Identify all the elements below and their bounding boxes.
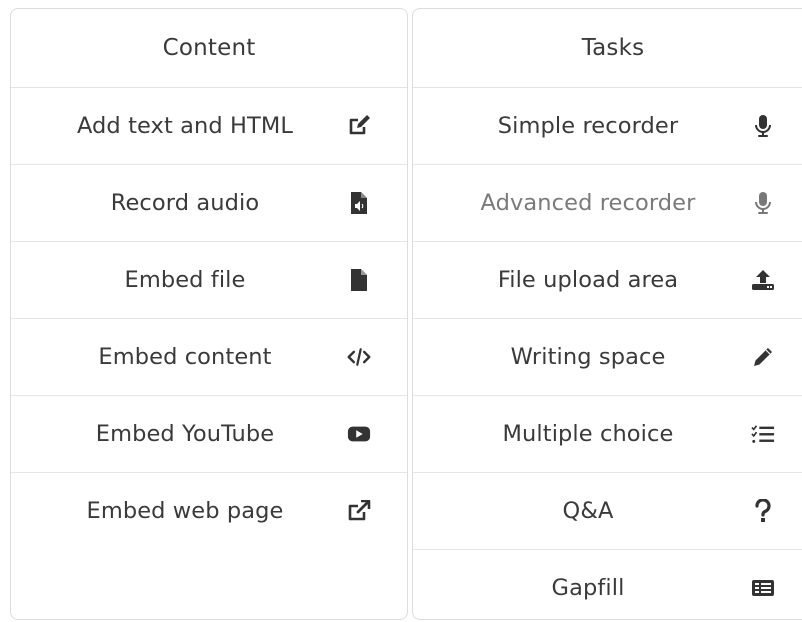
task-item-label: File upload area [497,267,679,293]
content-item-embed-web-page[interactable]: Embed web page [11,473,407,549]
external-link-icon [347,499,371,523]
content-panel-title: Content [11,9,407,88]
microphone-icon [751,191,775,215]
content-item-record-audio[interactable]: Record audio [11,165,407,242]
task-item-label: Writing space [510,344,666,370]
edit-icon [347,114,371,138]
task-item-multiple-choice[interactable]: Multiple choice [413,396,802,473]
content-item-label: Embed file [124,267,246,293]
task-item-qa[interactable]: Q&A [413,473,802,550]
question-icon [751,499,775,523]
list-alt-icon [751,576,775,600]
task-item-label: Simple recorder [497,113,679,139]
task-item-gapfill[interactable]: Gapfill [413,550,802,619]
content-item-embed-youtube[interactable]: Embed YouTube [11,396,407,473]
checklist-icon [751,422,775,446]
content-item-embed-content[interactable]: Embed content [11,319,407,396]
upload-icon [751,268,775,292]
tasks-panel: Tasks Simple recorder Advanced recorder … [412,8,802,620]
task-item-simple-recorder[interactable]: Simple recorder [413,88,802,165]
content-item-add-text-html[interactable]: Add text and HTML [11,88,407,165]
content-item-label: Embed web page [86,498,284,524]
content-item-label: Record audio [110,190,260,216]
content-item-label: Embed content [98,344,272,370]
microphone-icon [751,114,775,138]
pencil-icon [751,345,775,369]
tasks-panel-title: Tasks [413,9,802,88]
file-icon [347,268,371,292]
task-item-advanced-recorder[interactable]: Advanced recorder [413,165,802,242]
youtube-icon [347,422,371,446]
content-item-label: Embed YouTube [95,421,275,447]
content-panel: Content Add text and HTML Record audio E… [10,8,408,620]
content-item-label: Add text and HTML [76,113,294,139]
task-item-file-upload-area[interactable]: File upload area [413,242,802,319]
task-item-label: Multiple choice [502,421,674,447]
content-item-embed-file[interactable]: Embed file [11,242,407,319]
audio-file-icon [347,191,371,215]
code-icon [347,345,371,369]
task-item-label: Q&A [562,498,614,524]
task-item-label: Advanced recorder [480,190,696,216]
task-item-label: Gapfill [551,575,625,601]
task-item-writing-space[interactable]: Writing space [413,319,802,396]
